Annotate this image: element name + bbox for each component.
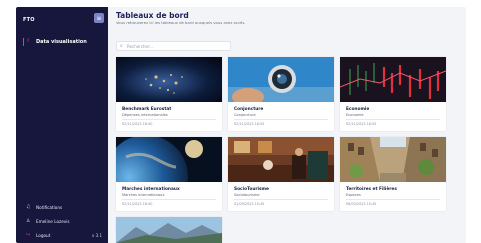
main-content: Tableaux de bord Vous retrouverez ici le… xyxy=(108,7,466,243)
sidebar-item-label: Notifications xyxy=(36,205,63,210)
page: FTO ≡ ⫽ Data visualisation ♫ Notificatio… xyxy=(0,0,481,243)
sidebar-item-profile[interactable]: ♙ Emeline Lozevis xyxy=(16,217,108,226)
search-input[interactable] xyxy=(127,43,227,50)
card-image-earth xyxy=(116,137,222,182)
sidebar-item-label: Data visualisation xyxy=(36,39,87,45)
dashboard-card-marches-internationaux[interactable]: Marches internationaux Marches internati… xyxy=(116,137,222,211)
card-title: Territoires et Filières xyxy=(346,187,397,192)
card-date: 02/11/2023 18:40 xyxy=(122,122,153,126)
logout-icon: ↪ xyxy=(26,232,31,238)
sidebar-item-label: Emeline Lozevis xyxy=(36,219,70,224)
card-date: 01/09/2023 15:45 xyxy=(234,202,265,206)
dashboard-card-partial[interactable] xyxy=(116,217,222,243)
card-divider xyxy=(122,199,216,200)
card-image-mountains xyxy=(116,217,222,243)
card-image-restaurant xyxy=(228,137,334,182)
card-divider xyxy=(234,199,328,200)
card-divider xyxy=(346,119,440,120)
card-date: 02/11/2023 18:40 xyxy=(122,202,153,206)
bell-icon: ♫ xyxy=(26,204,31,210)
card-image-stock-chart xyxy=(340,57,446,102)
sidebar-item-logout[interactable]: ↪ Logout v 3.1 xyxy=(16,231,108,240)
card-image-europe-night xyxy=(116,57,222,102)
brand-logo: FTO xyxy=(23,17,35,23)
dashboard-card-territoires-et-filieres[interactable]: Territoires et Filières Espaces 06/03/20… xyxy=(340,137,446,211)
card-subtitle: Sociotourisme xyxy=(234,193,260,197)
sidebar-item-notifications[interactable]: ♫ Notifications xyxy=(16,203,108,212)
card-divider xyxy=(234,119,328,120)
search-icon: ⌕ xyxy=(120,43,123,49)
card-image-village-street xyxy=(340,137,446,182)
card-title: Benchmark Eurostat xyxy=(122,107,172,112)
card-title: Conjoncture xyxy=(234,107,264,112)
card-subtitle: Marches internationaux xyxy=(122,193,165,197)
card-divider xyxy=(122,119,216,120)
app-window: FTO ≡ ⫽ Data visualisation ♫ Notificatio… xyxy=(16,7,466,243)
card-title: Economie xyxy=(346,107,370,112)
menu-icon: ≡ xyxy=(96,14,102,22)
sidebar: FTO ≡ ⫽ Data visualisation ♫ Notificatio… xyxy=(16,7,108,243)
card-divider xyxy=(346,199,440,200)
card-date: 02/11/2023 18:45 xyxy=(234,122,265,126)
card-title: Marches internationaux xyxy=(122,187,180,192)
card-image-lens xyxy=(228,57,334,102)
sidebar-item-label: Logout xyxy=(36,233,51,238)
page-title: Tableaux de bord xyxy=(116,11,189,20)
card-subtitle: Conjoncture xyxy=(234,113,256,117)
card-title: SocioTourisme xyxy=(234,187,269,192)
dashboard-card-conjoncture[interactable]: Conjoncture Conjoncture 02/11/2023 18:45 xyxy=(228,57,334,131)
card-subtitle: Espaces xyxy=(346,193,361,197)
collapse-sidebar-button[interactable]: ≡ xyxy=(94,13,104,23)
active-indicator xyxy=(23,38,24,46)
card-subtitle: Economie xyxy=(346,113,364,117)
app-version: v 3.1 xyxy=(92,233,102,238)
card-date: 06/03/2023 15:45 xyxy=(346,202,377,206)
card-date: 02/11/2023 18:45 xyxy=(346,122,377,126)
sidebar-item-data-visualisation[interactable]: ⫽ Data visualisation xyxy=(16,37,108,47)
dashboard-card-benchmark-eurostat[interactable]: Benchmark Eurostat Dépenses internationa… xyxy=(116,57,222,131)
user-icon: ♙ xyxy=(26,218,31,224)
chart-icon: ⫽ xyxy=(27,38,30,44)
card-subtitle: Dépenses internationales xyxy=(122,113,168,117)
search-box[interactable]: ⌕ xyxy=(116,41,231,51)
dashboard-card-sociotourisme[interactable]: SocioTourisme Sociotourisme 01/09/2023 1… xyxy=(228,137,334,211)
dashboard-card-economie[interactable]: Economie Economie 02/11/2023 18:45 xyxy=(340,57,446,131)
page-subtitle: Vous retrouverez ici les tableaux de bor… xyxy=(116,20,246,25)
